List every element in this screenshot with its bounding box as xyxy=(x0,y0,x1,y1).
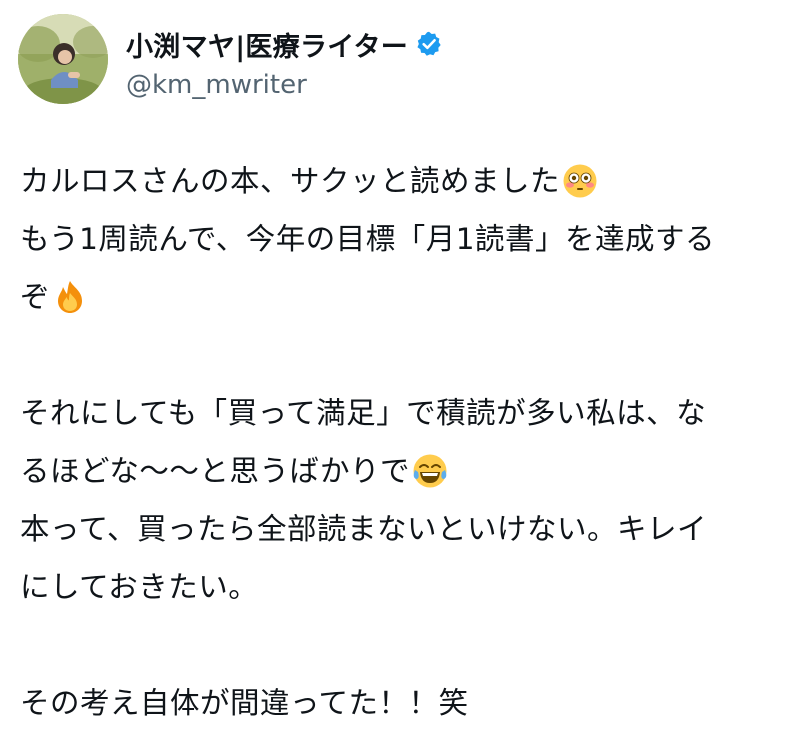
tweet-line-text: 本って、買ったら全部読まないといけない。キレイ xyxy=(20,512,708,546)
name-row: 小渕マヤ|医療ライター xyxy=(126,25,443,64)
tweet-line-text: もう1周読んで、今年の目標「月1読書」を達成する xyxy=(20,222,715,256)
tweet-line-8: にしておきたい。 xyxy=(20,558,790,616)
tweet-line-4 xyxy=(20,326,790,384)
tweet-line-9 xyxy=(20,616,790,674)
verified-badge-icon xyxy=(415,30,443,58)
tweet-line-text: その考え自体が間違ってた！！笑 xyxy=(20,686,469,720)
tweet-card: 小渕マヤ|医療ライター @km_mwriter カルロスさんの本、サクッと読めま… xyxy=(0,0,800,720)
user-handle[interactable]: @km_mwriter xyxy=(126,70,307,100)
fire-emoji xyxy=(52,279,88,315)
tweet-line-text: ぞ xyxy=(20,280,51,314)
tweet-line-text: るほどな〜〜と思うばかりで xyxy=(20,454,411,488)
tears-of-joy-emoji xyxy=(412,453,448,489)
flushed-face-emoji xyxy=(562,163,598,199)
tweet-line-text: カルロスさんの本、サクッと読めました xyxy=(20,164,561,198)
tweet-line-1: カルロスさんの本、サクッと読めました xyxy=(20,152,790,210)
tweet-line-text: にしておきたい。 xyxy=(20,570,259,604)
tweet-line-2: もう1周読んで、今年の目標「月1読書」を達成する xyxy=(20,210,790,268)
tweet-line-text: それにしても「買って満足」で積読が多い私は、な xyxy=(20,396,707,430)
display-name[interactable]: 小渕マヤ|医療ライター xyxy=(126,25,408,64)
profile-photo-avatar[interactable] xyxy=(18,14,108,104)
tweet-line-6: るほどな〜〜と思うばかりで xyxy=(20,442,790,500)
tweet-line-10: その考え自体が間違ってた！！笑 xyxy=(20,674,790,732)
tweet-header: 小渕マヤ|医療ライター @km_mwriter xyxy=(18,14,778,106)
tweet-line-7: 本って、買ったら全部読まないといけない。キレイ xyxy=(20,500,790,558)
tweet-text: カルロスさんの本、サクッと読めました もう1周読んで、今年の目標「月1読書」を達… xyxy=(20,152,790,732)
tweet-line-3: ぞ xyxy=(20,268,790,326)
tweet-line-5: それにしても「買って満足」で積読が多い私は、な xyxy=(20,384,790,442)
